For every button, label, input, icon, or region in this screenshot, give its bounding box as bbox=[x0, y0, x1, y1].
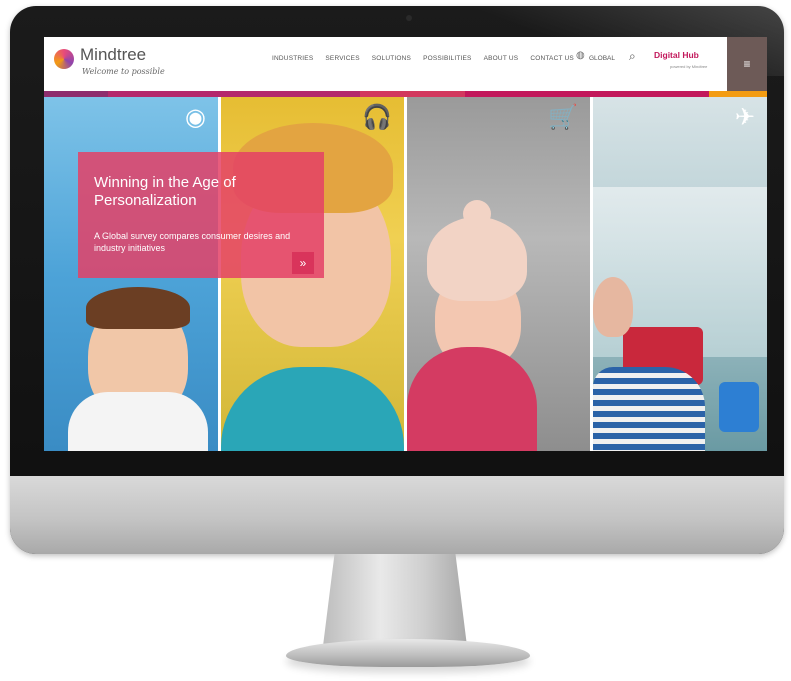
hair-shape bbox=[86, 287, 190, 329]
nav-services[interactable]: SERVICES bbox=[325, 55, 359, 62]
main-nav: INDUSTRIES SERVICES SOLUTIONS POSSIBILIT… bbox=[272, 55, 574, 62]
child-photo bbox=[593, 277, 633, 337]
shirt-shape bbox=[221, 367, 404, 451]
nav-contact[interactable]: CONTACT US bbox=[530, 55, 574, 62]
tagline: Welcome to possible bbox=[82, 67, 165, 76]
shirt-shape bbox=[593, 367, 705, 451]
headphones-icon: 🎧 bbox=[362, 104, 392, 131]
monitor-chin bbox=[10, 476, 784, 554]
plane-icon: ✈ bbox=[734, 104, 755, 131]
menu-button[interactable]: ≡ bbox=[727, 37, 767, 91]
monitor-stand-base bbox=[286, 639, 530, 667]
toy-shape bbox=[719, 382, 759, 432]
hat-shape bbox=[427, 217, 527, 301]
logo-text[interactable]: Mindtree bbox=[80, 45, 146, 65]
shirt-shape bbox=[68, 392, 208, 451]
digital-hub-sub: powered by Mindtree bbox=[670, 64, 708, 69]
promo-arrow-button[interactable]: » bbox=[292, 252, 314, 274]
nav-industries[interactable]: INDUSTRIES bbox=[272, 55, 313, 62]
digital-hub-link[interactable]: Digital Hub bbox=[654, 50, 699, 60]
hero-subtitle: A Global survey compares consumer desire… bbox=[94, 231, 291, 253]
panel-travel[interactable]: ✈ bbox=[593, 97, 767, 451]
camera-dot bbox=[406, 15, 412, 21]
nav-possibilities[interactable]: POSSIBILITIES bbox=[423, 55, 471, 62]
jacket-shape bbox=[407, 347, 537, 451]
panel-retail[interactable]: 🛒 bbox=[407, 97, 590, 451]
hero-title: Winning in the Age of Personalization bbox=[94, 174, 236, 209]
cart-icon: 🛒 bbox=[548, 104, 578, 131]
site-header: Mindtree Welcome to possible INDUSTRIES … bbox=[44, 37, 767, 91]
coins-icon: ◉ bbox=[185, 104, 206, 131]
logo-icon[interactable] bbox=[54, 49, 74, 69]
website-screen: Mindtree Welcome to possible INDUSTRIES … bbox=[44, 37, 767, 451]
global-label[interactable]: GLOBAL bbox=[589, 55, 615, 62]
monitor-stand-neck bbox=[323, 554, 467, 646]
search-icon[interactable]: ⌕ bbox=[629, 49, 636, 64]
nav-about[interactable]: ABOUT US bbox=[484, 55, 519, 62]
monitor-frame: Mindtree Welcome to possible INDUSTRIES … bbox=[10, 6, 784, 554]
hero-promo-box[interactable]: Winning in the Age of Personalization A … bbox=[78, 152, 324, 278]
nav-solutions[interactable]: SOLUTIONS bbox=[372, 55, 411, 62]
globe-icon[interactable]: ◍ bbox=[576, 50, 585, 61]
hat-pompom bbox=[463, 200, 491, 228]
